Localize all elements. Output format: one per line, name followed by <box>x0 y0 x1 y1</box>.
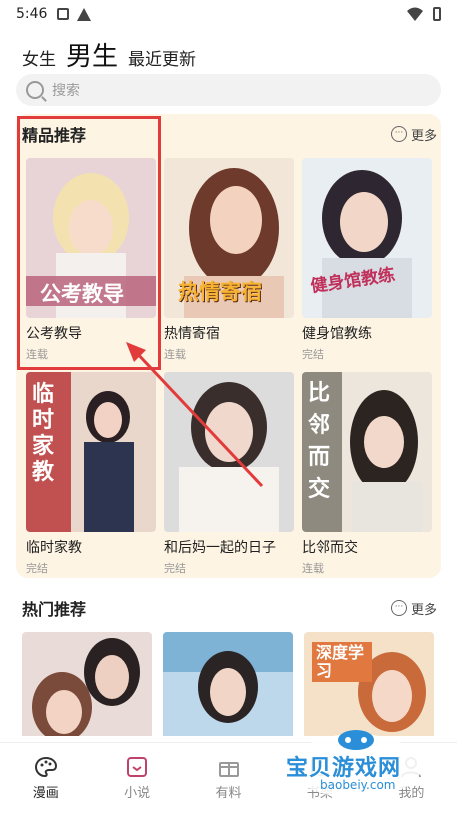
comic-card[interactable]: 健身馆教练 健身馆教练 完结 <box>302 158 432 362</box>
comic-status: 完结 <box>302 348 324 361</box>
comic-card[interactable]: 比邻而交 比邻而交 连载 <box>302 372 432 576</box>
comic-status: 完结 <box>26 562 48 575</box>
comic-title: 热情寄宿 <box>164 326 220 342</box>
nav-feed[interactable]: 有料 <box>183 743 274 814</box>
search-icon <box>26 81 44 99</box>
hot-more-label: 更多 <box>410 602 437 618</box>
comic-title: 临时家教 <box>26 540 82 556</box>
comic-status: 连载 <box>302 562 324 575</box>
nav-label: 漫画 <box>32 786 59 801</box>
notification-a-icon <box>57 8 70 20</box>
comic-card[interactable]: 热情寄宿 热情寄宿 连载 <box>164 158 294 362</box>
gift-icon <box>218 762 239 777</box>
comic-cover <box>164 372 294 532</box>
battery-icon <box>433 7 441 21</box>
status-time: 5:46 <box>16 6 48 22</box>
hot-header: 热门推荐 ··· 更多 <box>22 596 437 620</box>
featured-more-button[interactable]: ··· 更多 <box>390 125 437 144</box>
tab-recent[interactable]: 最近更新 <box>128 45 196 73</box>
palette-icon <box>34 756 57 778</box>
comic-status: 连载 <box>164 348 186 361</box>
nav-novels[interactable]: 小说 <box>91 743 182 814</box>
cover-title-text: 比邻而交 <box>308 381 331 502</box>
tab-girls[interactable]: 女生 <box>22 45 56 73</box>
hot-more-button[interactable]: ··· 更多 <box>390 599 437 618</box>
tab-boys[interactable]: 男生 <box>66 36 118 73</box>
highlight-box <box>17 116 161 370</box>
status-right <box>407 7 441 21</box>
book-icon <box>127 757 148 777</box>
hot-title: 热门推荐 <box>22 600 87 619</box>
cover-title-text: 热情寄宿 <box>178 280 262 304</box>
comic-title: 和后妈一起的日子 <box>164 540 276 556</box>
hot-comic-card[interactable] <box>163 632 293 736</box>
search-placeholder: 搜索 <box>52 83 80 99</box>
comic-cover: 热情寄宿 <box>164 158 294 318</box>
top-tabs: 女生 男生 最近更新 <box>22 36 196 73</box>
comic-cover: 临时家教 <box>26 372 156 532</box>
cover-title-text: 深度学习 <box>312 642 372 682</box>
hot-comic-card[interactable] <box>22 632 152 736</box>
more-icon: ··· <box>390 126 407 142</box>
comic-cover: 健身馆教练 <box>302 158 432 318</box>
comic-card[interactable]: 临时家教 临时家教 完结 <box>26 372 156 576</box>
comic-cover: 比邻而交 <box>302 372 432 532</box>
comic-title: 健身馆教练 <box>302 326 372 342</box>
comic-title: 比邻而交 <box>302 540 358 556</box>
watermark: 宝贝游戏网 baobeiy.com <box>286 720 426 800</box>
comic-card[interactable]: 和后妈一起的日子 完结 <box>164 372 294 576</box>
nav-comics[interactable]: 漫画 <box>0 743 91 814</box>
comic-status: 完结 <box>164 562 186 575</box>
search-bar[interactable]: 搜索 <box>16 74 441 106</box>
comic-cover <box>163 632 293 736</box>
comic-cover <box>22 632 152 736</box>
featured-more-label: 更多 <box>410 128 437 144</box>
more-icon: ··· <box>390 600 407 616</box>
status-bar: 5:46 <box>0 0 457 28</box>
warning-icon <box>77 7 92 21</box>
nav-label: 小说 <box>124 786 151 801</box>
wifi-icon <box>407 7 423 21</box>
cover-title-text: 临时家教 <box>32 382 55 485</box>
nav-label: 有料 <box>215 786 242 801</box>
watermark-url: baobeiy.com <box>320 778 396 792</box>
